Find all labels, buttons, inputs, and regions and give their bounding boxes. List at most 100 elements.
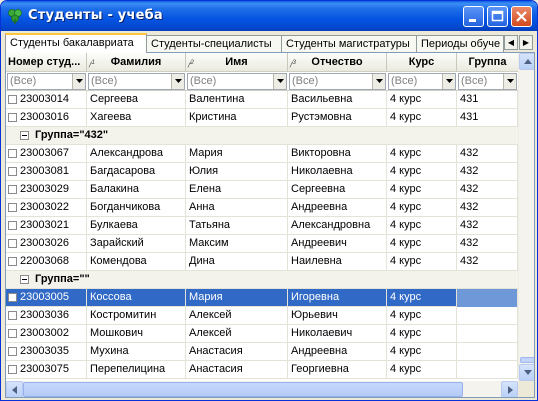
table-row[interactable]: 23003002 Мошкович Алексей Николаевич 4 курс <box>6 325 518 343</box>
cell-course[interactable]: 4 курс <box>387 253 457 271</box>
scroll-up-button[interactable] <box>519 53 534 70</box>
cell-course[interactable]: 4 курс <box>387 217 457 235</box>
row-checkbox[interactable] <box>8 113 17 122</box>
cell-patronymic[interactable]: Юрьевич <box>288 307 387 325</box>
cell-group[interactable]: 432 <box>457 235 518 253</box>
vertical-scrollbar[interactable] <box>518 53 534 381</box>
cell-number[interactable]: 23003021 <box>6 217 87 235</box>
cell-group[interactable]: 431 <box>457 109 518 127</box>
table-row[interactable]: 23003081 Багдасарова Юлия Николаевна 4 курс 4… <box>6 163 518 181</box>
cell-name[interactable]: Мария <box>186 289 288 307</box>
column-header-name[interactable]: /2 Имя <box>186 53 288 72</box>
row-checkbox[interactable] <box>8 347 17 356</box>
cell-patronymic[interactable]: Васильевна <box>288 91 387 109</box>
cell-patronymic[interactable]: Георгиевна <box>288 361 387 379</box>
filter-dropdown-button[interactable] <box>442 74 455 89</box>
cell-patronymic[interactable]: Николаевич <box>288 325 387 343</box>
column-header-course[interactable]: Курс <box>387 53 457 72</box>
row-checkbox[interactable] <box>8 185 17 194</box>
cell-course[interactable]: 4 курс <box>387 145 457 163</box>
table-row[interactable]: 23003036 Костромитин Алексей Юрьевич 4 курс <box>6 307 518 325</box>
vertical-scroll-thumb[interactable] <box>520 357 534 363</box>
cell-surname[interactable]: Мухина <box>87 343 186 361</box>
cell-name[interactable]: Анна <box>186 199 288 217</box>
cell-course[interactable]: 4 курс <box>387 235 457 253</box>
cell-name[interactable]: Дина <box>186 253 288 271</box>
cell-number[interactable]: 23003014 <box>6 91 87 109</box>
cell-patronymic[interactable]: Сергеевна <box>288 181 387 199</box>
cell-number[interactable]: 23003035 <box>6 343 87 361</box>
scroll-down-button[interactable] <box>519 364 534 381</box>
cell-number[interactable]: 23003026 <box>6 235 87 253</box>
cell-group[interactable]: 431 <box>457 91 518 109</box>
tab-master[interactable]: Студенты магистратуры <box>281 35 417 52</box>
cell-course[interactable]: 4 курс <box>387 91 457 109</box>
cell-course[interactable]: 4 курс <box>387 361 457 379</box>
cell-patronymic[interactable]: Наилевна <box>288 253 387 271</box>
row-checkbox[interactable] <box>8 329 17 338</box>
cell-name[interactable]: Валентина <box>186 91 288 109</box>
table-row[interactable]: 23003014 Сергеева Валентина Васильевна 4 кур… <box>6 91 518 109</box>
cell-group[interactable]: 432 <box>457 217 518 235</box>
cell-name[interactable]: Анастасия <box>186 361 288 379</box>
cell-surname[interactable]: Багдасарова <box>87 163 186 181</box>
row-checkbox[interactable] <box>8 149 17 158</box>
group-row[interactable]: Группа="" <box>6 271 518 289</box>
cell-surname[interactable]: Богданчикова <box>87 199 186 217</box>
filter-course[interactable]: (Все) <box>388 73 456 90</box>
cell-group[interactable] <box>457 307 518 325</box>
cell-patronymic[interactable]: Николаевна <box>288 163 387 181</box>
group-row[interactable]: Группа="432" <box>6 127 518 145</box>
cell-surname[interactable]: Хагеева <box>87 109 186 127</box>
cell-name[interactable]: Кристина <box>186 109 288 127</box>
tab-scroll-left-button[interactable]: ◀ <box>504 35 518 50</box>
cell-surname[interactable]: Костромитин <box>87 307 186 325</box>
cell-course[interactable]: 4 курс <box>387 109 457 127</box>
cell-course[interactable]: 4 курс <box>387 181 457 199</box>
table-row[interactable]: 23003035 Мухина Анастасия Андреевна 4 курс <box>6 343 518 361</box>
cell-name[interactable]: Анастасия <box>186 343 288 361</box>
filter-name[interactable]: (Все) <box>187 73 287 90</box>
row-checkbox[interactable] <box>8 239 17 248</box>
tab-bachelor[interactable]: Студенты бакалавриата <box>5 33 147 53</box>
cell-number[interactable]: 23003016 <box>6 109 87 127</box>
cell-number[interactable]: 23003029 <box>6 181 87 199</box>
cell-surname[interactable]: Комендова <box>87 253 186 271</box>
row-checkbox[interactable] <box>8 203 17 212</box>
close-button[interactable] <box>511 6 532 27</box>
cell-group[interactable] <box>457 325 518 343</box>
cell-number[interactable]: 23003002 <box>6 325 87 343</box>
scroll-left-button[interactable] <box>6 381 23 397</box>
cell-patronymic[interactable]: Андреевна <box>288 199 387 217</box>
horizontal-scrollbar[interactable] <box>6 381 518 397</box>
row-checkbox[interactable] <box>8 365 17 374</box>
row-checkbox[interactable] <box>8 257 17 266</box>
cell-surname[interactable]: Александрова <box>87 145 186 163</box>
cell-number[interactable]: 23003022 <box>6 199 87 217</box>
cell-number[interactable]: 22003068 <box>6 253 87 271</box>
cell-name[interactable]: Максим <box>186 235 288 253</box>
cell-number[interactable]: 23003081 <box>6 163 87 181</box>
filter-patronymic[interactable]: (Все) <box>289 73 386 90</box>
cell-number[interactable]: 23003005 <box>6 289 87 307</box>
cell-group[interactable] <box>457 361 518 379</box>
cell-patronymic[interactable]: Викторовна <box>288 145 387 163</box>
cell-course[interactable]: 4 курс <box>387 307 457 325</box>
filter-group[interactable]: (Все) <box>458 73 517 90</box>
cell-course[interactable]: 4 курс <box>387 289 457 307</box>
filter-dropdown-button[interactable] <box>273 74 286 89</box>
cell-group[interactable] <box>457 343 518 361</box>
row-checkbox[interactable] <box>8 311 17 320</box>
cell-course[interactable]: 4 курс <box>387 343 457 361</box>
cell-surname[interactable]: Перепелицина <box>87 361 186 379</box>
row-checkbox[interactable] <box>8 221 17 230</box>
cell-group[interactable]: 432 <box>457 253 518 271</box>
table-row[interactable]: 23003022 Богданчикова Анна Андреевна 4 курс 4… <box>6 199 518 217</box>
filter-dropdown-button[interactable] <box>72 74 85 89</box>
cell-patronymic[interactable]: Александровна <box>288 217 387 235</box>
tab-scroll-right-button[interactable]: ▶ <box>519 35 533 50</box>
cell-group[interactable]: 432 <box>457 199 518 217</box>
filter-dropdown-button[interactable] <box>503 74 516 89</box>
cell-patronymic[interactable]: Игоревна <box>288 289 387 307</box>
cell-name[interactable]: Елена <box>186 181 288 199</box>
